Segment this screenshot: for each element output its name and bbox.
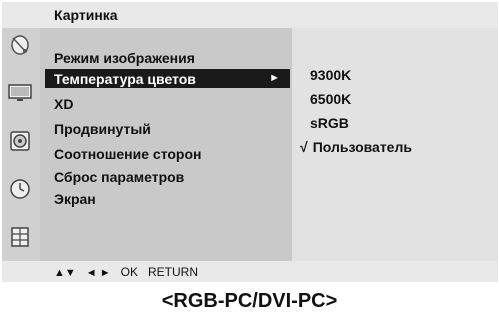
menu-item-label: Сброс параметров: [54, 169, 185, 185]
menu-title: Картинка: [54, 7, 118, 23]
submenu-item-label: Пользователь: [312, 139, 412, 155]
lock-icon[interactable]: [5, 222, 35, 252]
left-right-arrows-icon: ◄ ►: [85, 267, 111, 279]
ok-hint: OK: [120, 265, 138, 279]
menu-item-label: Экран: [54, 191, 96, 207]
menu-item-label: Температура цветов: [54, 71, 196, 87]
submenu-item-label: 6500K: [310, 91, 352, 107]
caption: <RGB-PC/DVI-PC>: [161, 290, 338, 312]
submenu-item-label: 9300K: [310, 67, 352, 83]
icon-column: [2, 28, 40, 261]
menu-item-label: XD: [54, 96, 74, 112]
up-down-arrows-icon: ▲▼: [54, 267, 76, 279]
menu-item-xd[interactable]: XD: [54, 96, 73, 112]
navigation-hint: ▲▼ ◄ ► OK RETURN: [54, 265, 198, 279]
menu-item-aspect-ratio[interactable]: Соотношение сторон: [54, 146, 202, 162]
color-temperature-submenu: 9300K 6500K sRGB √ Пользователь: [292, 28, 498, 261]
submenu-item-9300k[interactable]: 9300K: [310, 67, 351, 83]
title-bar: Картинка: [2, 2, 498, 28]
menu-item-advanced[interactable]: Продвинутый: [54, 121, 151, 137]
arrow-right-icon: ►: [269, 72, 280, 84]
menu-item-label: Режим изображения: [54, 50, 195, 66]
main-menu: Режим изображения Температура цветов ► X…: [40, 28, 292, 261]
menu-item-picture-mode[interactable]: Режим изображения: [54, 50, 195, 66]
menu-item-screen[interactable]: Экран: [54, 191, 96, 207]
navigation-hint-bar: ▲▼ ◄ ► OK RETURN: [2, 261, 498, 282]
speaker-icon[interactable]: [5, 126, 35, 156]
return-hint: RETURN: [148, 265, 199, 279]
submenu-item-label: sRGB: [310, 115, 349, 131]
clock-icon[interactable]: [5, 174, 35, 204]
submenu-item-srgb[interactable]: sRGB: [310, 115, 349, 131]
menu-item-reset[interactable]: Сброс параметров: [54, 169, 184, 185]
satellite-dish-icon[interactable]: [5, 30, 35, 60]
menu-item-label: Соотношение сторон: [54, 146, 202, 162]
menu-item-color-temperature[interactable]: Температура цветов ►: [45, 69, 290, 88]
osd-menu: Картинка Режим изображения Температура ц…: [2, 2, 498, 282]
monitor-icon[interactable]: [5, 78, 35, 108]
submenu-item-6500k[interactable]: 6500K: [310, 91, 351, 107]
checkmark-icon: √: [300, 139, 308, 155]
menu-item-label: Продвинутый: [54, 121, 151, 137]
submenu-item-user[interactable]: √ Пользователь: [300, 139, 412, 155]
